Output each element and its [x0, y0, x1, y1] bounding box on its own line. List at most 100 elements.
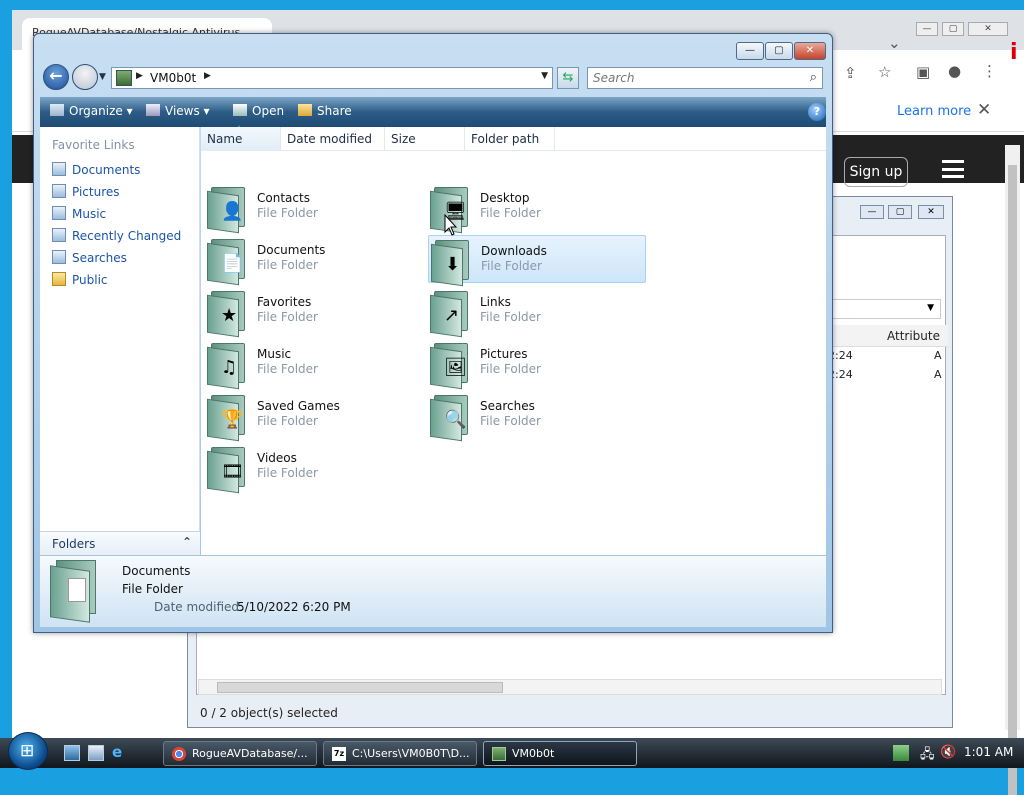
- favorite-links-header: Favorite Links: [52, 138, 135, 152]
- archive-minimize-button[interactable]: —: [860, 205, 884, 219]
- chevron-right-icon[interactable]: ▶: [204, 71, 211, 81]
- taskbar-button-browser[interactable]: RogueAVDatabase/...: [163, 741, 317, 766]
- folder-item-pictures[interactable]: 🖼 Pictures File Folder: [428, 339, 646, 390]
- folder-name: Videos: [257, 451, 297, 465]
- folder-item-music[interactable]: ♫ Music File Folder: [205, 339, 423, 390]
- downloads-glyph-icon: ⬇: [445, 254, 461, 275]
- folder-item-saved-games[interactable]: 🏆 Saved Games File Folder: [205, 391, 423, 442]
- open-button[interactable]: Open: [233, 104, 284, 118]
- learn-more-link[interactable]: Learn more: [897, 104, 971, 119]
- profile-icon[interactable]: ●: [948, 62, 961, 80]
- folder-item-desktop[interactable]: 🖥 Desktop File Folder: [428, 183, 646, 234]
- nav-item-searches[interactable]: Searches: [52, 250, 127, 265]
- details-name: Documents: [122, 564, 191, 578]
- back-button[interactable]: ←: [43, 64, 69, 90]
- nav-item-recently-changed[interactable]: Recently Changed: [52, 228, 181, 243]
- maximize-button[interactable]: ▢: [765, 42, 793, 60]
- computer-icon: [116, 70, 132, 86]
- internet-explorer-icon[interactable]: e: [112, 745, 128, 761]
- minimize-button[interactable]: —: [736, 42, 764, 60]
- sign-up-button[interactable]: Sign up: [844, 157, 908, 187]
- network-icon[interactable]: [893, 745, 909, 761]
- saved-games-glyph-icon: 🏆: [221, 409, 244, 430]
- forward-button[interactable]: [72, 64, 98, 90]
- hamburger-menu-icon[interactable]: [942, 160, 964, 178]
- public-folder-icon: [52, 272, 66, 286]
- pictures-icon: [52, 184, 66, 198]
- folder-name: Desktop: [480, 191, 530, 205]
- folder-name: Contacts: [257, 191, 310, 205]
- share-button[interactable]: Share: [298, 104, 352, 118]
- show-desktop-icon[interactable]: [64, 745, 80, 761]
- archive-path-dropdown[interactable]: ▼: [821, 299, 941, 319]
- searches-icon: [52, 250, 66, 264]
- searches-glyph-icon: 🔍: [444, 409, 467, 430]
- column-name[interactable]: Name: [201, 127, 281, 151]
- browser-minimize-button[interactable]: —: [916, 22, 938, 36]
- start-button[interactable]: ⊞: [8, 732, 48, 770]
- close-button[interactable]: ✕: [794, 42, 826, 60]
- column-folder-path[interactable]: Folder path: [465, 127, 555, 151]
- address-bar[interactable]: ▶ VM0b0t ▶ ▼: [111, 67, 553, 89]
- folder-name: Pictures: [480, 347, 528, 361]
- browser-maximize-button[interactable]: ▢: [942, 22, 964, 36]
- menu-kebab-icon[interactable]: ⋮: [982, 62, 997, 80]
- address-dropdown-icon[interactable]: ▼: [541, 71, 548, 81]
- share-icon[interactable]: ⇪: [844, 64, 857, 82]
- clock[interactable]: 1:01 AM: [964, 745, 1013, 759]
- chevron-up-icon[interactable]: ⌃: [182, 535, 192, 549]
- pictures-glyph-icon: 🖼: [444, 357, 467, 378]
- taskbar-button-7zip[interactable]: 7z C:\Users\VM0B0T\D...: [323, 741, 477, 766]
- folder-item-contacts[interactable]: 👤 Contacts File Folder: [205, 183, 423, 234]
- column-header-row: ▲ Name Date modified Size Folder path: [201, 123, 826, 151]
- folders-toggle[interactable]: Folders ⌃: [40, 531, 200, 555]
- details-pane: Documents File Folder Date modified: 5/1…: [40, 555, 826, 627]
- folder-item-links[interactable]: ↗ Links File Folder: [428, 287, 646, 338]
- nav-item-public[interactable]: Public: [52, 272, 108, 287]
- help-icon[interactable]: ?: [808, 103, 826, 121]
- switch-windows-icon[interactable]: [88, 745, 104, 761]
- chevron-down-icon[interactable]: ⌄: [888, 34, 901, 52]
- archive-close-button[interactable]: ✕: [918, 205, 944, 219]
- bookmark-star-icon[interactable]: ☆: [878, 63, 891, 81]
- file-list: ▲ Name Date modified Size Folder path 👤 C…: [201, 123, 826, 555]
- volume-muted-icon[interactable]: 🔇: [940, 745, 956, 760]
- search-icon[interactable]: ⌕: [810, 70, 817, 85]
- browser-scrollbar[interactable]: [1005, 145, 1020, 795]
- chevron-right-icon[interactable]: ▶: [136, 71, 143, 81]
- history-dropdown-icon[interactable]: ▼: [99, 72, 106, 82]
- folders-label: Folders: [52, 537, 96, 551]
- folder-name: Searches: [480, 399, 535, 413]
- folder-item-videos[interactable]: 🎞 Videos File Folder: [205, 443, 423, 494]
- nav-item-pictures[interactable]: Pictures: [52, 184, 120, 199]
- folder-item-searches[interactable]: 🔍 Searches File Folder: [428, 391, 646, 442]
- music-icon: [52, 206, 66, 220]
- archive-maximize-button[interactable]: ▢: [888, 205, 912, 219]
- folder-item-documents[interactable]: 📄 Documents File Folder: [205, 235, 423, 286]
- folder-type: File Folder: [481, 259, 542, 273]
- column-date-modified[interactable]: Date modified: [281, 127, 385, 151]
- folder-item-downloads[interactable]: ⬇ Downloads File Folder: [428, 235, 646, 287]
- folder-item-favorites[interactable]: ★ Favorites File Folder: [205, 287, 423, 338]
- browser-close-button[interactable]: ✕: [968, 22, 1008, 36]
- info-close-button[interactable]: ✕: [977, 100, 991, 120]
- refresh-button[interactable]: ⇆: [557, 67, 579, 89]
- organize-button[interactable]: Organize ▾: [50, 104, 133, 118]
- network-status-icon[interactable]: 🖧: [920, 745, 935, 767]
- views-button[interactable]: Views ▾: [146, 104, 210, 118]
- nav-item-documents[interactable]: Documents: [52, 162, 140, 177]
- taskbar-button-explorer[interactable]: VM0b0t: [483, 741, 637, 766]
- folder-icon: [492, 747, 506, 761]
- folder-type: File Folder: [257, 206, 318, 220]
- folder-type: File Folder: [257, 310, 318, 324]
- sidebar-icon[interactable]: ▣: [916, 63, 930, 81]
- column-size[interactable]: Size: [385, 127, 465, 151]
- address-path[interactable]: VM0b0t: [150, 71, 196, 85]
- organize-icon: [50, 104, 64, 116]
- search-input[interactable]: Search ⌕: [587, 67, 823, 89]
- details-modified-label: Date modified:: [154, 600, 244, 614]
- nav-item-music[interactable]: Music: [52, 206, 106, 221]
- archive-hscroll[interactable]: [198, 679, 942, 695]
- explorer-window: — ▢ ✕ ← ▼ ▶ VM0b0t ▶ ▼ ⇆ Search ⌕ Organi…: [33, 33, 833, 633]
- views-icon: [146, 104, 160, 116]
